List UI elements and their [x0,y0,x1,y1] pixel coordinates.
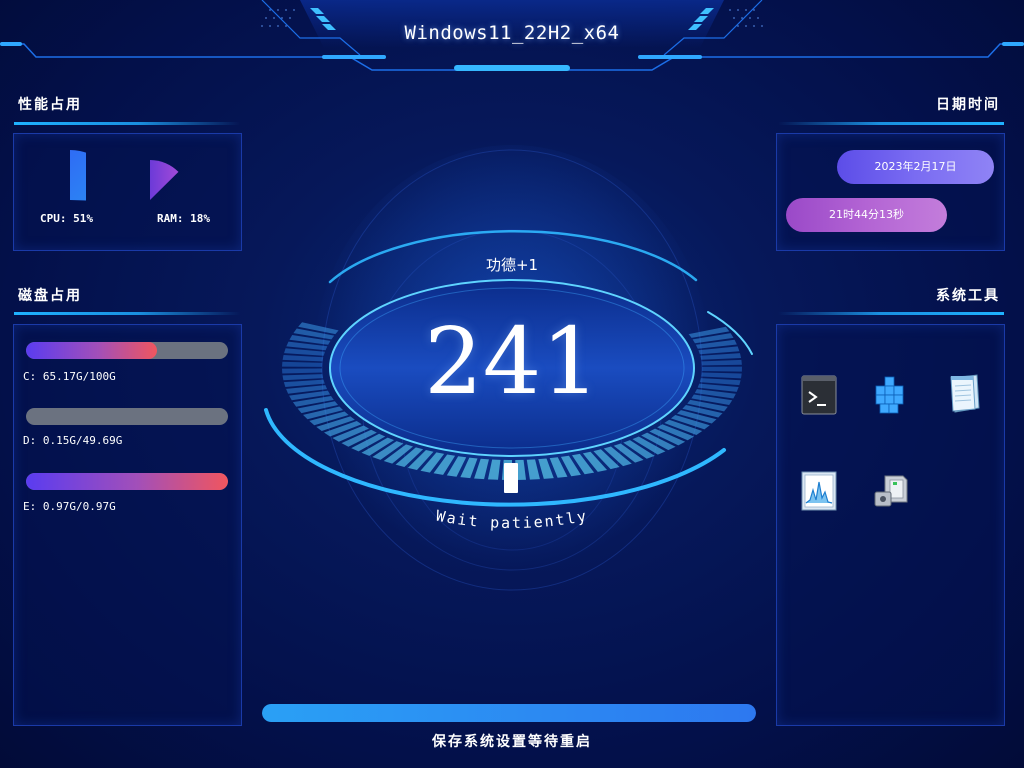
disk-c-label: C: 65.17G/100G [23,370,116,383]
performance-monitor-tool-button[interactable] [800,470,838,512]
status-message: 保存系统设置等待重启 [432,734,592,750]
disk-e-usage-fill [26,473,228,490]
disk-d-usage-bar [26,408,228,425]
device-manager-tool-button[interactable] [871,470,909,512]
tools-title-underline [778,312,1004,315]
ram-usage-chart [150,160,179,200]
gauge-tick-segment [701,366,742,372]
window-title: Windows11_22H2_x64 [404,22,620,44]
device-manager-icon [874,475,908,507]
disk-c-usage-bar [26,342,228,359]
disk-title: 磁盘占用 [18,288,82,304]
ram-usage-label: RAM: 18% [157,212,210,225]
tools-title: 系统工具 [936,288,1000,304]
disk-e-label: E: 0.97G/0.97G [23,500,116,513]
merit-counter: 241 [424,308,600,415]
date-badge: 2023年2月17日 [837,150,994,184]
datetime-title-underline [778,122,1004,125]
datetime-title: 日期时间 [936,97,1000,113]
disk-c-usage-fill [26,342,158,359]
registry-icon [875,376,904,414]
terminal-icon [801,375,837,415]
notepad-tool-button[interactable] [945,372,983,414]
notepad-icon [950,374,980,413]
restart-progress-fill [262,704,756,722]
performance-monitor-icon [801,471,837,511]
performance-title: 性能占用 [18,97,82,113]
registry-tool-button[interactable] [871,374,909,416]
terminal-tool-button[interactable] [800,374,838,416]
time-badge: 21时44分13秒 [786,198,947,232]
cpu-usage-label: CPU: 51% [40,212,93,225]
merit-label: 功德+1 [485,256,539,274]
disk-d-label: D: 0.15G/49.69G [23,434,123,447]
disk-e-usage-bar [26,473,228,490]
disk-panel [13,324,242,726]
disk-title-underline [14,312,240,315]
restart-progress-bar [262,704,756,722]
cpu-usage-chart [70,150,86,201]
performance-title-underline [14,122,240,125]
